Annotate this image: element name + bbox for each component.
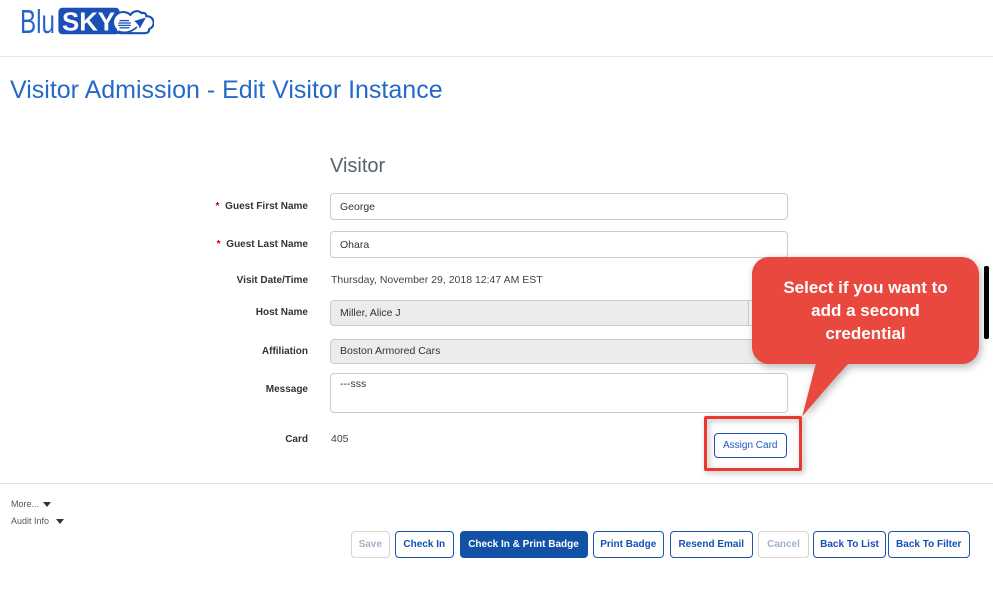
svg-text:SKY: SKY	[62, 6, 115, 36]
svg-text:Blu: Blu	[20, 6, 55, 40]
